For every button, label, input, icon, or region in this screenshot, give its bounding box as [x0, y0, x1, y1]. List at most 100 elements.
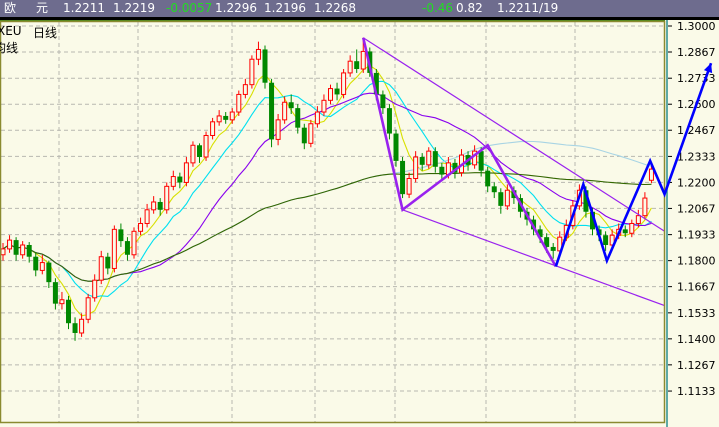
candle-body	[295, 108, 301, 128]
candle	[341, 69, 347, 99]
quote-field: 1.2268	[314, 1, 356, 15]
candle-body	[504, 189, 510, 207]
candle	[262, 45, 268, 89]
axis-tick-label: 1.2200	[677, 176, 716, 189]
instrument-name-2: 元	[36, 1, 49, 15]
axis-tick-label: 1.1800	[677, 255, 716, 268]
candle	[111, 225, 117, 273]
candle-body	[439, 166, 445, 175]
candle-body	[236, 93, 242, 113]
candle-body	[138, 222, 144, 232]
candle-body	[151, 201, 157, 211]
candle-body	[242, 84, 248, 95]
period-label: 日线	[33, 26, 58, 40]
candle-body	[393, 133, 399, 161]
candle-body	[170, 176, 176, 187]
candle-body	[249, 58, 255, 86]
quote-field: 1.2211/19	[497, 1, 559, 15]
axis-tick-label: 1.2867	[677, 46, 716, 59]
candle-body	[635, 215, 641, 224]
candle-body	[485, 170, 491, 187]
candle-body	[354, 61, 360, 70]
quote-bar: 欧 元 1.2211 1.2219 -0.0057 1.2296 1.2196 …	[0, 0, 719, 17]
candle-body	[308, 123, 314, 144]
candle-body	[223, 115, 229, 120]
candle	[203, 131, 209, 161]
axis-tick-label: 1.1667	[677, 281, 716, 294]
quote-change: -0.0057	[166, 1, 213, 15]
candle-body	[550, 246, 556, 251]
candle-body	[648, 168, 654, 181]
candle-body	[432, 151, 438, 167]
candle-body	[118, 229, 124, 242]
candle-body	[79, 318, 85, 334]
candle-body	[347, 60, 353, 74]
candle-body	[177, 176, 183, 183]
candle-body	[341, 72, 347, 95]
candle-body	[321, 99, 327, 113]
candle-body	[85, 297, 91, 320]
candle-body	[7, 239, 13, 250]
axis-tick-label: 1.2067	[677, 202, 716, 215]
candle-body	[164, 185, 170, 211]
candle-body	[13, 240, 19, 255]
candle-body	[603, 235, 609, 245]
candle	[308, 119, 314, 148]
quote-field: 0.82	[456, 1, 483, 15]
candle-body	[478, 151, 484, 171]
candle-body	[314, 111, 320, 125]
candle	[249, 55, 255, 89]
candle-body	[622, 229, 628, 234]
candle-body	[183, 162, 189, 183]
candle	[400, 157, 406, 199]
header-divider	[0, 17, 719, 20]
quote-change-percent: -0.46	[422, 1, 454, 15]
candle-body	[210, 121, 216, 136]
candle-body	[190, 144, 196, 164]
candle-body	[262, 49, 268, 83]
candle-body	[255, 48, 261, 60]
candle-body	[197, 145, 202, 158]
candle-body	[288, 102, 294, 109]
candle	[85, 293, 91, 324]
axis-tick-label: 1.3000	[677, 20, 716, 33]
candle-body	[46, 262, 52, 283]
candle-body	[203, 134, 209, 158]
candle-body	[629, 222, 635, 234]
candle-body	[301, 127, 307, 144]
candle	[236, 90, 242, 116]
candle	[131, 227, 137, 259]
quote-field: 1.2211	[63, 1, 105, 15]
candle-body	[334, 88, 340, 95]
axis-tick-label: 1.2733	[677, 72, 716, 85]
candle-body	[124, 241, 130, 255]
candle-body	[98, 256, 104, 281]
candle	[269, 78, 275, 148]
candle-body	[282, 101, 288, 121]
candlestick-chart: 1.30001.28671.27331.26001.24671.23331.22…	[0, 20, 719, 427]
candle-body	[144, 209, 150, 224]
quote-field: 1.2219	[113, 1, 155, 15]
indicator-label: 均线	[0, 41, 19, 55]
axis-tick-label: 1.1133	[677, 385, 716, 398]
instrument-name-1: 欧	[4, 1, 17, 15]
candle-body	[360, 50, 366, 70]
candle	[190, 141, 196, 167]
candle-body	[269, 82, 275, 140]
chart-background	[0, 20, 719, 427]
axis-tick-label: 1.2467	[677, 124, 716, 137]
axis-tick-label: 1.2333	[677, 150, 716, 163]
candle-body	[498, 192, 504, 206]
candle-body	[426, 150, 432, 166]
candle-body	[66, 299, 71, 324]
candle-body	[0, 248, 6, 256]
axis-tick-label: 1.1533	[677, 307, 716, 320]
candle-body	[59, 299, 65, 305]
candle-body	[229, 111, 235, 121]
candle-body	[92, 279, 98, 299]
candle-body	[33, 256, 39, 271]
candle-body	[131, 230, 137, 256]
candle-body	[39, 262, 45, 271]
axis-tick-label: 1.1933	[677, 229, 716, 242]
axis-tick-label: 1.1267	[677, 359, 716, 372]
